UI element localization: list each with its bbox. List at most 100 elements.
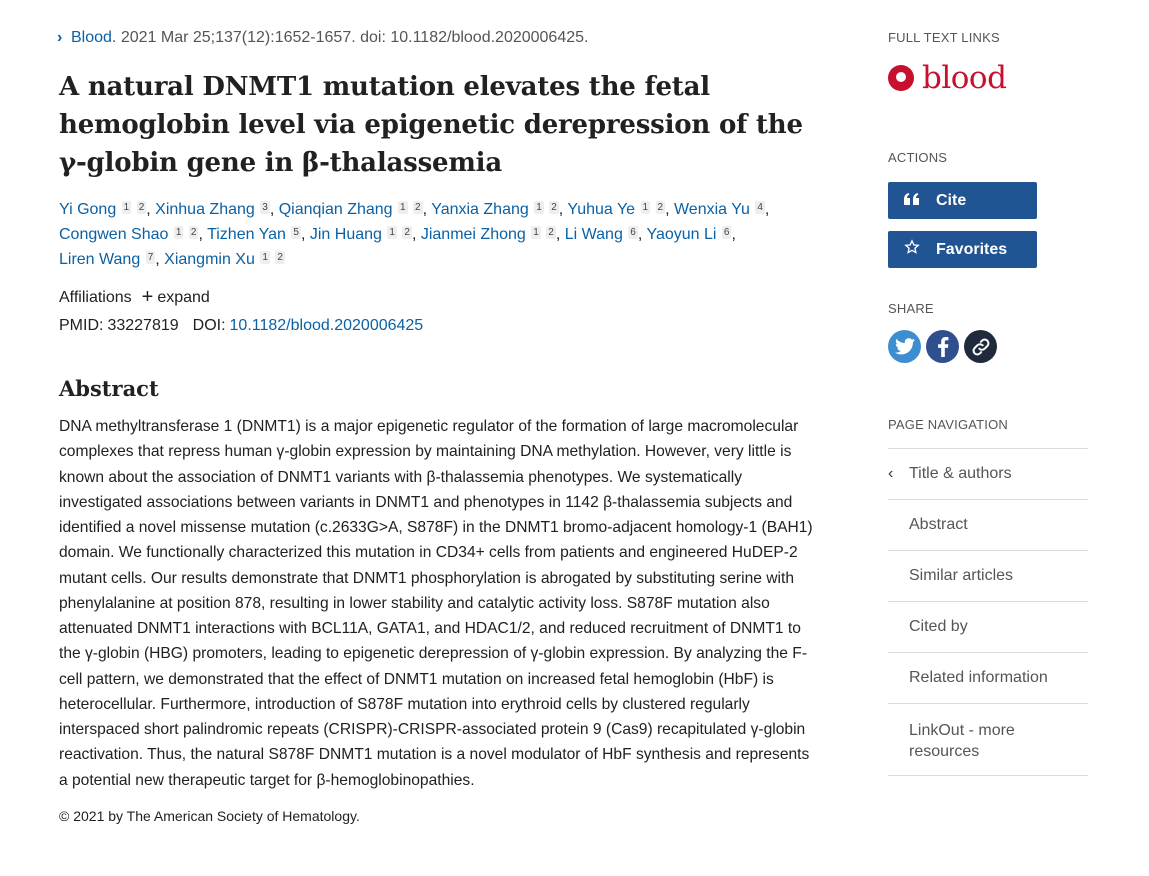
nav-item-label: LinkOut - more resources [909, 722, 1015, 760]
affiliation-ref-badge[interactable]: 2 [549, 201, 559, 214]
affiliation-ref-badge[interactable]: 5 [291, 226, 301, 239]
author-link[interactable]: Tizhen Yan [207, 226, 286, 243]
affiliation-ref-badge[interactable]: 1 [173, 226, 184, 239]
author-link[interactable]: Yi Gong [59, 201, 116, 218]
permalink-icon[interactable] [964, 330, 997, 363]
nav-item-similar-articles[interactable]: Similar articles [888, 551, 1088, 602]
affiliation-ref-badge[interactable]: 2 [413, 201, 423, 214]
affiliation-ref-badge[interactable]: 1 [121, 201, 132, 214]
author-entry: Yi Gong 1 2, [59, 201, 151, 218]
quote-icon [888, 192, 936, 210]
star-icon [888, 239, 936, 260]
actions-label: ACTIONS [888, 150, 948, 165]
author-separator: , [764, 201, 770, 218]
author-entry: Qianqian Zhang 1 2, [279, 201, 427, 218]
author-link[interactable]: Yuhua Ye [567, 201, 635, 218]
author-separator: , [558, 201, 564, 218]
doi-label: DOI: [192, 317, 226, 334]
author-entry: Xiangmin Xu 1 2 [164, 251, 285, 268]
author-separator: , [198, 226, 203, 243]
author-entry: Jianmei Zhong 1 2, [421, 226, 560, 243]
share-label: SHARE [888, 301, 934, 316]
sidebar: FULL TEXT LINKS blood ACTIONS Cite Favor… [888, 30, 1088, 776]
affiliation-ref-badge[interactable]: 2 [655, 201, 666, 214]
plus-icon[interactable]: + [142, 286, 154, 308]
chevron-right-icon[interactable]: › [57, 27, 71, 49]
author-entry: Yuhua Ye 1 2, [567, 201, 670, 218]
author-link[interactable]: Yaoyun Li [646, 226, 716, 243]
author-link[interactable]: Xiangmin Xu [164, 251, 255, 268]
author-separator: , [269, 201, 275, 218]
nav-item-cited-by[interactable]: Cited by [888, 602, 1088, 653]
identifiers-row: PMID: 33227819 DOI: 10.1182/blood.202000642… [59, 315, 819, 337]
author-entry: Yaoyun Li 6, [646, 226, 736, 243]
author-link[interactable]: Congwen Shao [59, 226, 168, 243]
author-link[interactable]: Wenxia Yu [674, 201, 750, 218]
cite-button[interactable]: Cite [888, 182, 1037, 219]
author-link[interactable]: Yanxia Zhang [431, 201, 529, 218]
nav-item-related-information[interactable]: Related information [888, 653, 1088, 704]
affiliation-ref-badge[interactable]: 1 [398, 201, 408, 214]
affiliation-ref-badge[interactable]: 1 [640, 201, 651, 214]
affiliation-ref-badge[interactable]: 2 [546, 226, 556, 239]
author-separator: , [146, 201, 151, 218]
author-separator: , [731, 226, 736, 243]
author-link[interactable]: Qianqian Zhang [279, 201, 393, 218]
pmid-value: 33227819 [107, 317, 179, 334]
author-entry: Xinhua Zhang 3, [155, 201, 274, 218]
abstract-heading: Abstract [59, 376, 159, 401]
author-separator: , [422, 201, 428, 218]
journal-link[interactable]: Blood. [71, 29, 116, 46]
full-text-links-label: FULL TEXT LINKS [888, 30, 1000, 45]
blood-logo-icon [888, 65, 914, 91]
affiliation-ref-badge[interactable]: 1 [531, 226, 541, 239]
author-link[interactable]: Liren Wang [59, 251, 140, 268]
author-separator: , [665, 201, 670, 218]
author-entry: Liren Wang 7, [59, 251, 160, 268]
publisher-logo-text: blood [922, 60, 1007, 96]
author-separator: , [637, 226, 643, 243]
affiliation-ref-badge[interactable]: 1 [387, 226, 397, 239]
author-entry: Jin Huang 1 2, [310, 226, 416, 243]
author-link[interactable]: Xinhua Zhang [155, 201, 255, 218]
citation-line: › Blood. 2021 Mar 25;137(12):1652-1657. d… [57, 27, 819, 49]
facebook-icon[interactable] [926, 330, 959, 363]
copyright-notice: © 2021 by The American Society of Hemato… [59, 807, 360, 824]
nav-item-title-authors[interactable]: ‹ Title & authors [888, 449, 1088, 500]
chevron-left-icon: ‹ [888, 465, 894, 482]
abstract-text: DNA methyltransferase 1 (DNMT1) is a maj… [59, 418, 813, 789]
affiliations-row: Affiliations + expand [59, 286, 819, 309]
affiliation-ref-badge[interactable]: 1 [534, 201, 544, 214]
article-main: › Blood. 2021 Mar 25;137(12):1652-1657. d… [57, 27, 819, 826]
affiliation-ref-badge[interactable]: 2 [136, 201, 147, 214]
favorites-button[interactable]: Favorites [888, 231, 1037, 268]
affiliation-ref-badge[interactable]: 1 [260, 251, 270, 264]
cite-button-label: Cite [936, 191, 967, 209]
nav-item-linkout[interactable]: LinkOut - more resources [888, 704, 1088, 776]
citation-details: 2021 Mar 25;137(12):1652-1657. doi: 10.1… [120, 29, 589, 46]
author-separator: , [155, 251, 160, 268]
pmid-label: PMID: [59, 317, 104, 334]
author-entry: Yanxia Zhang 1 2, [431, 201, 563, 218]
affiliation-ref-badge[interactable]: 2 [275, 251, 285, 264]
doi-link[interactable]: 10.1182/blood.2020006425 [230, 317, 424, 334]
author-link[interactable]: Jin Huang [310, 226, 382, 243]
share-icons [888, 330, 1088, 363]
affiliation-ref-badge[interactable]: 7 [145, 251, 156, 264]
author-entry: Congwen Shao 1 2, [59, 226, 203, 243]
expand-affiliations-button[interactable]: expand [157, 289, 210, 306]
nav-item-abstract[interactable]: Abstract [888, 500, 1088, 551]
author-link[interactable]: Jianmei Zhong [421, 226, 526, 243]
publisher-logo-link[interactable]: blood [888, 60, 1088, 96]
author-link[interactable]: Li Wang [565, 226, 623, 243]
affiliation-ref-badge[interactable]: 2 [402, 226, 412, 239]
nav-item-label: Similar articles [909, 567, 1014, 584]
affiliation-ref-badge[interactable]: 6 [628, 226, 638, 239]
twitter-icon[interactable] [888, 330, 921, 363]
affiliations-label: Affiliations [59, 289, 132, 306]
author-separator: , [300, 226, 306, 243]
author-entry: Wenxia Yu 4, [674, 201, 769, 218]
affiliation-ref-badge[interactable]: 3 [260, 201, 270, 214]
affiliation-ref-badge[interactable]: 4 [755, 201, 765, 214]
nav-item-label: Related information [909, 669, 1048, 686]
